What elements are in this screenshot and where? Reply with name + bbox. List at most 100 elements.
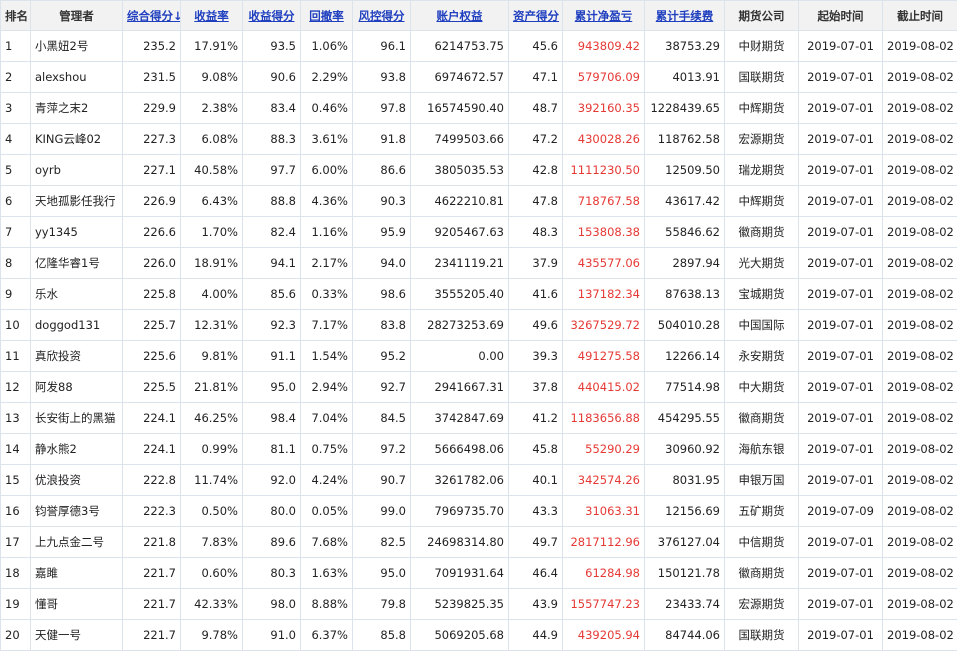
cell-drawdown: 0.46%	[301, 93, 353, 124]
cell-start-date: 2019-07-01	[799, 465, 883, 496]
cell-manager[interactable]: 天健一号	[31, 620, 123, 651]
cell-manager[interactable]: 上九点金二号	[31, 527, 123, 558]
cell-end-date: 2019-08-02	[883, 31, 957, 62]
cell-broker: 中辉期货	[725, 186, 799, 217]
cell-manager[interactable]: alexshou	[31, 62, 123, 93]
cell-return-score: 91.1	[243, 341, 301, 372]
cell-rank: 11	[1, 341, 31, 372]
cell-asset-score: 45.8	[509, 434, 563, 465]
cell-net-pnl: 718767.58	[563, 186, 645, 217]
cell-drawdown: 4.24%	[301, 465, 353, 496]
cell-fees: 12266.14	[645, 341, 725, 372]
cell-manager[interactable]: 亿隆华睿1号	[31, 248, 123, 279]
table-row: 9乐水225.84.00%85.60.33%98.63555205.4041.6…	[1, 279, 957, 310]
cell-return-rate: 46.25%	[181, 403, 243, 434]
cell-broker: 海航东银	[725, 434, 799, 465]
cell-drawdown: 0.33%	[301, 279, 353, 310]
col-header-drawdown[interactable]: 回撤率	[301, 1, 353, 31]
cell-manager[interactable]: 青萍之末2	[31, 93, 123, 124]
cell-composite-score: 221.7	[123, 558, 181, 589]
cell-manager[interactable]: 小黑妞2号	[31, 31, 123, 62]
cell-risk-score: 90.3	[353, 186, 411, 217]
cell-risk-score: 85.8	[353, 620, 411, 651]
cell-account-equity: 2341119.21	[411, 248, 509, 279]
cell-manager[interactable]: KING云峰02	[31, 124, 123, 155]
cell-return-score: 95.0	[243, 372, 301, 403]
col-header-fees[interactable]: 累计手续费	[645, 1, 725, 31]
cell-account-equity: 16574590.40	[411, 93, 509, 124]
cell-return-rate: 2.38%	[181, 93, 243, 124]
col-header-account-equity[interactable]: 账户权益	[411, 1, 509, 31]
cell-broker: 永安期货	[725, 341, 799, 372]
cell-rank: 16	[1, 496, 31, 527]
cell-manager[interactable]: 钧誉厚德3号	[31, 496, 123, 527]
cell-return-score: 81.1	[243, 434, 301, 465]
cell-end-date: 2019-08-02	[883, 341, 957, 372]
cell-drawdown: 0.75%	[301, 434, 353, 465]
cell-manager[interactable]: 长安街上的黑猫	[31, 403, 123, 434]
cell-manager[interactable]: 阿发88	[31, 372, 123, 403]
cell-risk-score: 94.0	[353, 248, 411, 279]
cell-asset-score: 43.9	[509, 589, 563, 620]
cell-return-score: 80.0	[243, 496, 301, 527]
cell-fees: 504010.28	[645, 310, 725, 341]
cell-net-pnl: 491275.58	[563, 341, 645, 372]
cell-start-date: 2019-07-01	[799, 589, 883, 620]
col-header-return-rate[interactable]: 收益率	[181, 1, 243, 31]
cell-return-rate: 40.58%	[181, 155, 243, 186]
col-header-net-pnl[interactable]: 累计净盈亏	[563, 1, 645, 31]
col-header-broker: 期货公司	[725, 1, 799, 31]
cell-fees: 4013.91	[645, 62, 725, 93]
cell-fees: 77514.98	[645, 372, 725, 403]
cell-manager[interactable]: 真欣投资	[31, 341, 123, 372]
cell-risk-score: 83.8	[353, 310, 411, 341]
cell-risk-score: 93.8	[353, 62, 411, 93]
cell-return-rate: 9.08%	[181, 62, 243, 93]
cell-manager[interactable]: 懂哥	[31, 589, 123, 620]
cell-start-date: 2019-07-01	[799, 558, 883, 589]
cell-return-rate: 21.81%	[181, 372, 243, 403]
cell-fees: 55846.62	[645, 217, 725, 248]
cell-broker: 徽商期货	[725, 217, 799, 248]
cell-fees: 1228439.65	[645, 93, 725, 124]
cell-risk-score: 92.7	[353, 372, 411, 403]
col-header-risk-score[interactable]: 风控得分	[353, 1, 411, 31]
cell-net-pnl: 55290.29	[563, 434, 645, 465]
cell-end-date: 2019-08-02	[883, 465, 957, 496]
cell-manager[interactable]: 乐水	[31, 279, 123, 310]
cell-drawdown: 7.04%	[301, 403, 353, 434]
cell-return-rate: 0.60%	[181, 558, 243, 589]
cell-account-equity: 6974672.57	[411, 62, 509, 93]
cell-composite-score: 227.1	[123, 155, 181, 186]
cell-composite-score: 229.9	[123, 93, 181, 124]
cell-risk-score: 98.6	[353, 279, 411, 310]
cell-account-equity: 4622210.81	[411, 186, 509, 217]
cell-net-pnl: 435577.06	[563, 248, 645, 279]
cell-return-rate: 1.70%	[181, 217, 243, 248]
cell-manager[interactable]: oyrb	[31, 155, 123, 186]
cell-composite-score: 225.6	[123, 341, 181, 372]
cell-manager[interactable]: 优浪投资	[31, 465, 123, 496]
cell-account-equity: 5666498.06	[411, 434, 509, 465]
table-row: 2alexshou231.59.08%90.62.29%93.86974672.…	[1, 62, 957, 93]
cell-manager[interactable]: doggod131	[31, 310, 123, 341]
cell-broker: 申银万国	[725, 465, 799, 496]
cell-end-date: 2019-08-02	[883, 279, 957, 310]
cell-net-pnl: 430028.26	[563, 124, 645, 155]
cell-manager[interactable]: 嘉雎	[31, 558, 123, 589]
cell-net-pnl: 439205.94	[563, 620, 645, 651]
col-header-asset-score[interactable]: 资产得分	[509, 1, 563, 31]
cell-composite-score: 224.1	[123, 434, 181, 465]
col-header-return-score[interactable]: 收益得分	[243, 1, 301, 31]
cell-manager[interactable]: 静水熊2	[31, 434, 123, 465]
cell-return-rate: 9.78%	[181, 620, 243, 651]
cell-end-date: 2019-08-02	[883, 62, 957, 93]
cell-net-pnl: 3267529.72	[563, 310, 645, 341]
cell-manager[interactable]: 天地孤影任我行	[31, 186, 123, 217]
cell-return-score: 91.0	[243, 620, 301, 651]
cell-rank: 20	[1, 620, 31, 651]
cell-manager[interactable]: yy1345	[31, 217, 123, 248]
cell-broker: 中国国际	[725, 310, 799, 341]
cell-risk-score: 95.2	[353, 341, 411, 372]
col-header-composite-score[interactable]: 综合得分↓	[123, 1, 181, 31]
